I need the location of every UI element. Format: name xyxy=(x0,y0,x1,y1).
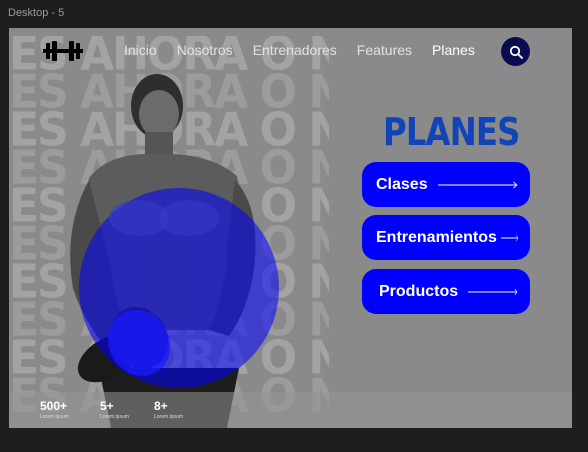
stat-item: 8+ Lorem ipsum xyxy=(154,399,183,420)
stat-item: 500+ Lorem ipsum xyxy=(40,399,69,420)
arrow-right-icon xyxy=(500,234,518,242)
nav-item-nosotros[interactable]: Nosotros xyxy=(177,42,233,58)
nav-item-inicio[interactable]: Inicio xyxy=(124,42,157,58)
nav-item-features[interactable]: Features xyxy=(357,42,412,58)
athlete-image xyxy=(70,74,279,428)
arrow-right-icon xyxy=(468,288,518,296)
nav-item-entrenadores[interactable]: Entrenadores xyxy=(253,42,337,58)
search-button[interactable] xyxy=(501,37,530,66)
stat-item: 5+ Lorem ipsum xyxy=(100,399,129,420)
page-title: PLANES xyxy=(383,110,520,154)
dumbbell-icon[interactable] xyxy=(43,41,83,61)
stat-caption: Lorem ipsum xyxy=(40,414,69,420)
stat-caption: Lorem ipsum xyxy=(154,414,183,420)
productos-button-label: Productos xyxy=(379,282,459,300)
productos-button[interactable]: Productos xyxy=(362,269,530,314)
stats-strip: 500+ Lorem ipsum 5+ Lorem ipsum 8+ Lorem… xyxy=(9,392,572,428)
nav-item-planes[interactable]: Planes xyxy=(432,42,475,58)
frame-label: Desktop - 5 xyxy=(8,7,65,19)
clases-button-label: Clases xyxy=(376,175,428,193)
search-icon xyxy=(509,45,523,59)
stat-value: 5+ xyxy=(100,399,114,413)
clases-button[interactable]: Clases xyxy=(362,162,530,207)
desktop-frame: ES AHORA O NUNCA ES AHORA O NUNCA ES AHO… xyxy=(9,28,572,428)
entrenamientos-button-label: Entrenamientos xyxy=(376,228,497,246)
main-nav: Inicio Nosotros Entrenadores Features Pl… xyxy=(124,42,495,58)
stat-value: 8+ xyxy=(154,399,168,413)
stat-value: 500+ xyxy=(40,399,68,413)
stat-caption: Lorem ipsum xyxy=(100,414,129,420)
arrow-right-icon xyxy=(437,181,518,189)
entrenamientos-button[interactable]: Entrenamientos xyxy=(362,215,530,260)
